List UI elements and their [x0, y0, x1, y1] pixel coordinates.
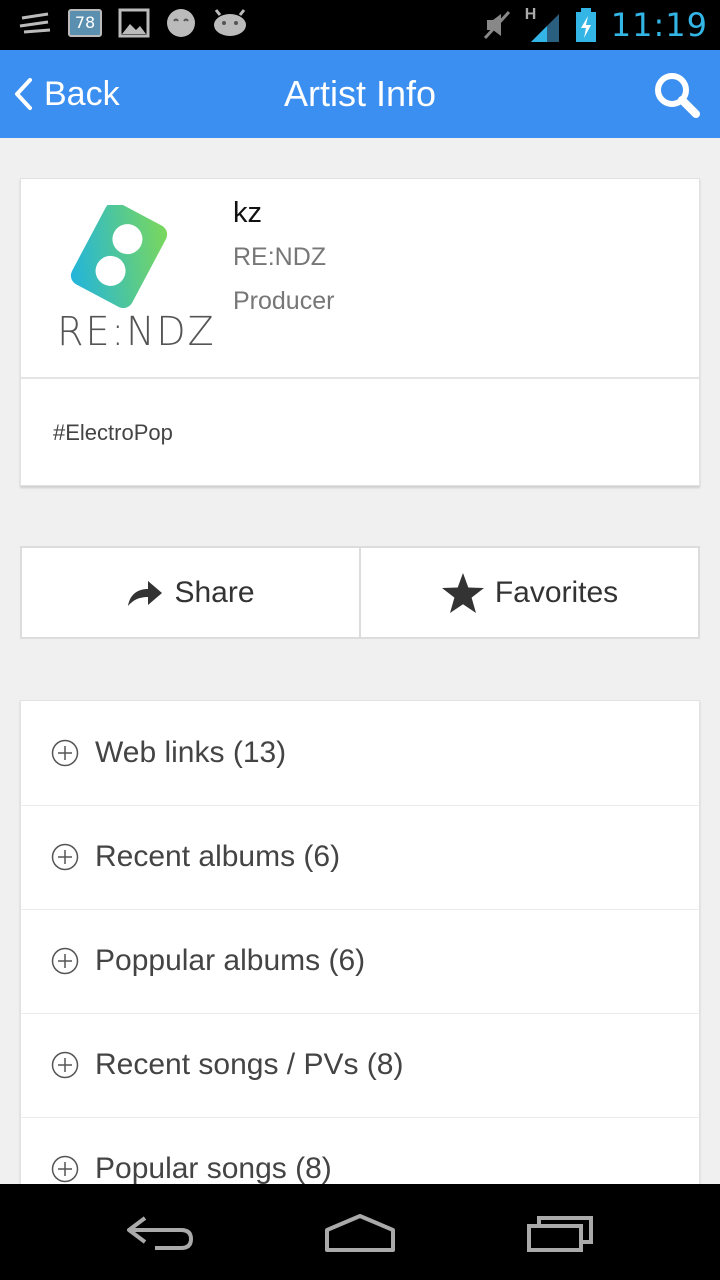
divider: [21, 377, 699, 379]
image-notification-icon: [118, 8, 150, 38]
status-bar: 78 H 11:19: [0, 0, 720, 50]
favorites-label: Favorites: [494, 575, 619, 609]
section-label: Poppular albums (6): [95, 944, 366, 977]
favorites-button[interactable]: Favorites: [361, 546, 700, 639]
battery-charging-icon: [575, 8, 596, 42]
plus-circle-icon: [51, 739, 79, 767]
plus-circle-icon: [51, 947, 79, 975]
artist-name: kz: [233, 197, 262, 229]
android-notification-icon: [214, 9, 246, 36]
share-label: Share: [174, 575, 255, 609]
sections-list: Web links (13) Recent albums (6) Poppula…: [20, 700, 700, 1184]
muted-icon: [483, 10, 510, 40]
plus-circle-icon: [51, 1155, 79, 1183]
home-nav-icon[interactable]: [315, 1208, 405, 1256]
signal-strength-icon: [19, 12, 51, 34]
cell-signal: H: [525, 6, 561, 42]
back-label: Back: [44, 74, 120, 113]
artist-role: Producer: [233, 287, 335, 315]
section-recent-songs[interactable]: Recent songs / PVs (8): [21, 1013, 699, 1117]
artist-info-card: RE:NDZ kz RE:NDZ Producer #ElectroPop: [20, 178, 700, 486]
battery-badge-text: 78: [74, 13, 96, 32]
back-button[interactable]: Back: [12, 50, 120, 138]
recent-apps-icon[interactable]: [515, 1208, 605, 1256]
artist-actions: Share Favorites: [20, 546, 700, 639]
logo-wordmark: RE:NDZ: [57, 309, 216, 355]
section-popular-songs[interactable]: Popular songs (8): [21, 1117, 699, 1184]
section-label: Recent songs / PVs (8): [95, 1048, 404, 1081]
chevron-left-icon: [15, 78, 32, 110]
back-nav-icon[interactable]: [115, 1208, 205, 1256]
cell-signal-icon: [530, 14, 559, 42]
star-icon: [441, 572, 484, 613]
plus-circle-icon: [51, 1051, 79, 1079]
artist-logo: RE:NDZ: [49, 201, 214, 355]
artist-tag[interactable]: #ElectroPop: [53, 420, 173, 446]
share-button[interactable]: Share: [20, 546, 361, 639]
status-time: 11:19: [610, 6, 708, 44]
section-recent-albums[interactable]: Recent albums (6): [21, 805, 699, 909]
status-bar-system: H 11:19: [483, 6, 708, 44]
section-label: Web links (13): [95, 736, 287, 769]
section-popular-albums[interactable]: Poppular albums (6): [21, 909, 699, 1013]
share-icon: [128, 580, 163, 606]
section-label: Recent albums (6): [95, 840, 341, 873]
section-web-links[interactable]: Web links (13): [21, 701, 699, 805]
section-label: Popular songs (8): [95, 1152, 332, 1184]
action-bar: Back Artist Info: [0, 50, 720, 138]
face-notification-icon: [167, 9, 195, 37]
navigation-bar: [0, 1184, 720, 1280]
plus-circle-icon: [51, 843, 79, 871]
status-bar-notifications: 78: [18, 8, 248, 38]
notification-badge-icon: 78: [68, 9, 102, 37]
search-icon[interactable]: [652, 70, 702, 120]
artist-circle: RE:NDZ: [233, 243, 327, 271]
